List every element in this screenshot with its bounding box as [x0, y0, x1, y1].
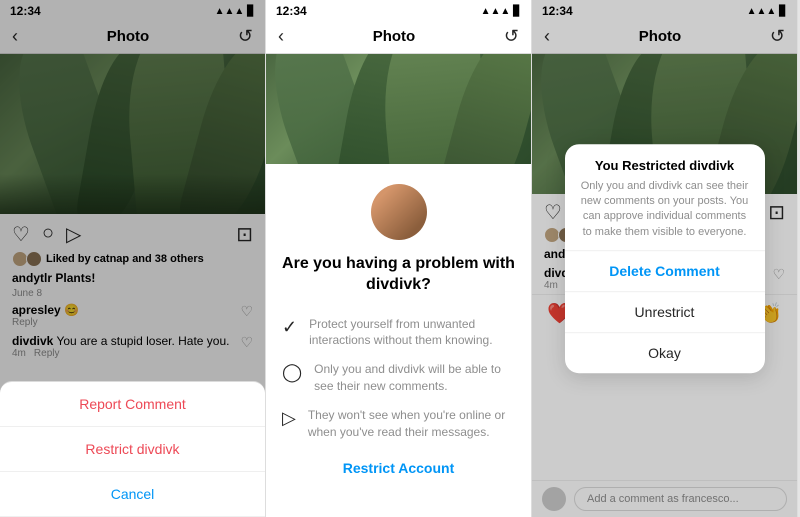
restrict-screen: Are you having a problem with divdivk? ✓… — [266, 164, 531, 517]
back-icon-2[interactable]: ‹ — [278, 26, 284, 47]
signal-icon-2: ▲▲▲ — [481, 6, 511, 17]
nav-bar-2: ‹ Photo ↺ — [266, 20, 531, 54]
panel-3: 12:34 ▲▲▲ ▊ ‹ Photo ↺ ♡ ○ ▷ ⊡ Liked by c… — [532, 0, 798, 517]
arrow-icon-r: ▷ — [282, 408, 296, 429]
restrict-account-button[interactable]: Restrict Account — [343, 460, 455, 476]
restrict-avatar — [371, 184, 427, 240]
dialog-box: You Restricted divdivk Only you and divd… — [565, 144, 765, 374]
status-icons-2: ▲▲▲ ▊ — [481, 6, 521, 17]
photo-2 — [266, 54, 531, 164]
sheet-report[interactable]: Report Comment — [0, 382, 265, 427]
restrict-feature-1: ✓ Protect yourself from unwanted interac… — [282, 316, 515, 350]
shield-icon-r: ✓ — [282, 317, 297, 338]
sheet-restrict[interactable]: Restrict divdivk — [0, 427, 265, 472]
panel-2: 12:34 ▲▲▲ ▊ ‹ Photo ↺ Are you having a p… — [266, 0, 532, 517]
restrict-feature-2: ◯ Only you and divdivk will be able to s… — [282, 361, 515, 395]
restrict-feature-text-3: They won't see when you're online or whe… — [308, 407, 515, 441]
restrict-title: Are you having a problem with divdivk? — [282, 254, 515, 296]
dialog-unrestrict[interactable]: Unrestrict — [565, 292, 765, 333]
bottom-sheet-1: Report Comment Restrict divdivk Cancel — [0, 381, 265, 517]
dialog-delete-comment[interactable]: Delete Comment — [565, 251, 765, 292]
nav-title-2: Photo — [373, 28, 416, 45]
time-2: 12:34 — [276, 4, 307, 18]
restrict-feature-text-2: Only you and divdivk will be able to see… — [314, 361, 515, 395]
battery-icon-2: ▊ — [513, 6, 521, 17]
restrict-feature-text-1: Protect yourself from unwanted interacti… — [309, 316, 515, 350]
dialog-body: Only you and divdivk can see their new c… — [565, 179, 765, 251]
status-bar-2: 12:34 ▲▲▲ ▊ — [266, 0, 531, 20]
restrict-feature-3: ▷ They won't see when you're online or w… — [282, 407, 515, 441]
refresh-icon-2[interactable]: ↺ — [504, 26, 519, 47]
sheet-cancel[interactable]: Cancel — [0, 472, 265, 517]
bubble-icon-r: ◯ — [282, 362, 302, 383]
dialog-okay[interactable]: Okay — [565, 333, 765, 373]
panel-1: 12:34 ▲▲▲ ▊ ‹ Photo ↺ ♡ ○ ▷ ⊡ Liked by c… — [0, 0, 266, 517]
dialog-title: You Restricted divdivk — [565, 144, 765, 179]
